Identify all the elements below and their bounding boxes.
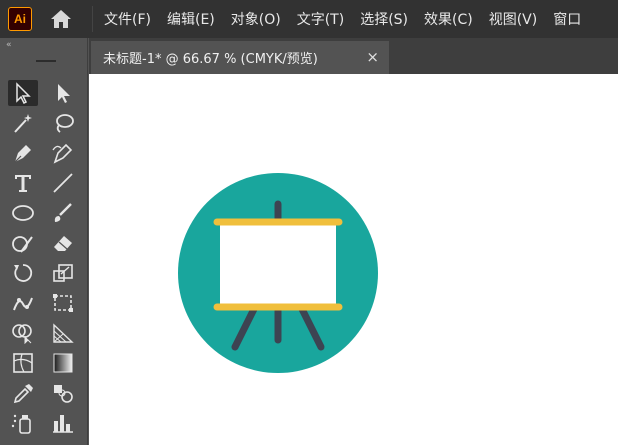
- type-t-icon: [15, 175, 31, 192]
- curvature-tool[interactable]: [48, 140, 78, 166]
- line-segment-tool[interactable]: [48, 170, 78, 196]
- scale-icon: [53, 264, 73, 282]
- shape-builder-tool[interactable]: [8, 320, 38, 346]
- menu-window[interactable]: 窗口: [553, 9, 581, 29]
- document-tab-title: 未标题-1* @ 66.67 % (CMYK/预览): [103, 52, 318, 67]
- menu-bar: Ai 文件(F) 编辑(E) 对象(O) 文字(T) 选择(S) 效果(C) 视…: [0, 0, 618, 38]
- puppet-warp-tool[interactable]: [8, 290, 38, 316]
- home-button[interactable]: [47, 7, 75, 31]
- hand-tool[interactable]: [8, 440, 38, 445]
- menu-edit[interactable]: 编辑(E): [167, 9, 215, 29]
- mesh-icon: [13, 353, 33, 373]
- magic-wand-tool[interactable]: [8, 110, 38, 136]
- puppet-warp-icon: [13, 297, 33, 311]
- lasso-tool[interactable]: [48, 110, 78, 136]
- curvature-pen-icon: [52, 143, 73, 164]
- hand-icon: [11, 440, 35, 445]
- free-transform-icon: [53, 294, 73, 312]
- selection-arrow-icon: [16, 82, 31, 104]
- app-logo: Ai: [8, 7, 32, 31]
- gradient-tool[interactable]: [48, 350, 78, 376]
- eyedropper-tool[interactable]: [8, 380, 38, 406]
- perspective-grid-icon: [53, 323, 74, 343]
- lasso-icon: [56, 114, 74, 133]
- direct-selection-arrow-icon: [58, 84, 70, 103]
- direct-selection-tool[interactable]: [48, 80, 78, 106]
- menu-view[interactable]: 视图(V): [489, 9, 538, 29]
- shaper-icon: [12, 236, 33, 253]
- gradient-icon: [53, 353, 73, 373]
- document-tab[interactable]: 未标题-1* @ 66.67 % (CMYK/预览) ×: [91, 41, 389, 74]
- eyedropper-icon: [13, 384, 33, 404]
- menu-separator: [92, 6, 93, 32]
- scale-tool[interactable]: [48, 260, 78, 286]
- menu-file[interactable]: 文件(F): [104, 9, 151, 29]
- column-graph-tool[interactable]: [48, 410, 78, 436]
- document-tab-bar: 未标题-1* @ 66.67 % (CMYK/预览) ×: [89, 38, 618, 74]
- shaper-tool[interactable]: [8, 230, 38, 256]
- pen-nib-icon: [14, 145, 31, 163]
- shape-builder-icon: [12, 324, 32, 344]
- presentation-board-artwork[interactable]: [177, 172, 379, 374]
- pen-tool[interactable]: [8, 140, 38, 166]
- symbol-sprayer-icon: [11, 414, 31, 434]
- blend-tool[interactable]: [48, 380, 78, 406]
- close-tab-button[interactable]: ×: [366, 48, 379, 66]
- rotate-tool[interactable]: [8, 260, 38, 286]
- menu-select[interactable]: 选择(S): [360, 9, 408, 29]
- free-transform-tool[interactable]: [48, 290, 78, 316]
- toolbar-collapse-button[interactable]: «: [6, 40, 12, 50]
- home-icon: [51, 10, 71, 28]
- artboard-canvas[interactable]: [89, 74, 618, 445]
- ellipse-tool[interactable]: [8, 200, 38, 226]
- rotate-icon: [14, 264, 33, 282]
- paintbrush-icon: [54, 203, 72, 222]
- app-logo-text: Ai: [14, 12, 26, 26]
- selection-tool[interactable]: [8, 80, 38, 106]
- type-tool[interactable]: [8, 170, 38, 196]
- menu-effect[interactable]: 效果(C): [424, 9, 473, 29]
- symbol-sprayer-tool[interactable]: [8, 410, 38, 436]
- menu-type[interactable]: 文字(T): [297, 9, 344, 29]
- zoom-tool[interactable]: [48, 440, 78, 445]
- paintbrush-tool[interactable]: [48, 200, 78, 226]
- perspective-grid-tool[interactable]: [48, 320, 78, 346]
- toolbar-grip[interactable]: [36, 60, 56, 62]
- tools-panel: «: [0, 38, 88, 445]
- mesh-tool[interactable]: [8, 350, 38, 376]
- ellipse-icon: [12, 205, 34, 221]
- menu-items: 文件(F) 编辑(E) 对象(O) 文字(T) 选择(S) 效果(C) 视图(V…: [104, 0, 597, 38]
- blend-icon: [54, 385, 73, 403]
- artwork-white-board[interactable]: [220, 222, 336, 307]
- line-segment-icon: [53, 173, 73, 193]
- eraser-tool[interactable]: [48, 230, 78, 256]
- menu-object[interactable]: 对象(O): [231, 9, 281, 29]
- zoom-icon: [51, 440, 75, 445]
- column-graph-icon: [53, 415, 73, 433]
- eraser-icon: [54, 236, 72, 251]
- magic-wand-icon: [14, 114, 32, 133]
